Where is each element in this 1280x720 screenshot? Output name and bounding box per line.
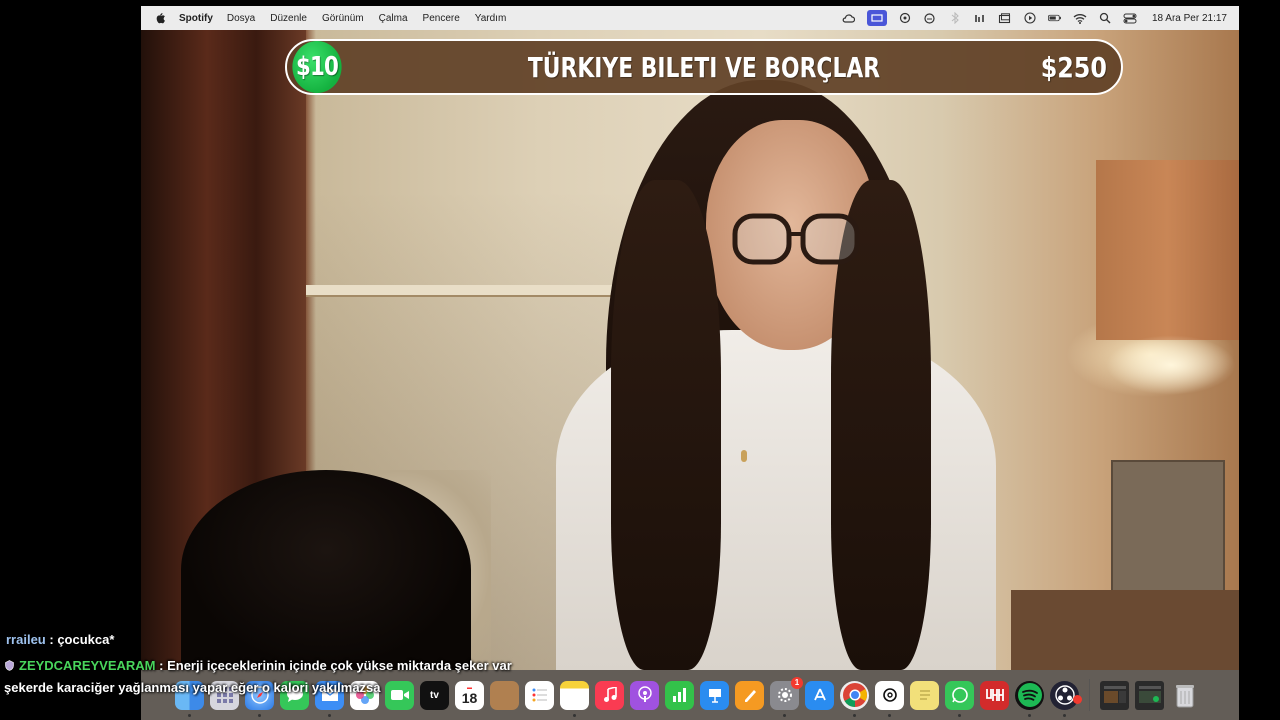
- trash-icon[interactable]: [1170, 681, 1199, 710]
- music-icon[interactable]: [595, 680, 624, 710]
- wall-shelf: [296, 285, 626, 297]
- screenshot-thumbnail-1[interactable]: [1100, 680, 1129, 710]
- search-icon[interactable]: [1098, 12, 1112, 24]
- notes-icon[interactable]: [560, 680, 589, 717]
- glasses: [732, 213, 860, 265]
- chat-message-text: şekerde karaciğer yağlanması yapar eğer …: [4, 680, 381, 695]
- kitchen-cabinets: [1096, 160, 1239, 340]
- chat-message-1: rraileu : çocukca*: [6, 632, 114, 647]
- menu-dosya[interactable]: Dosya: [227, 13, 255, 24]
- app-store-icon[interactable]: [805, 680, 834, 710]
- menu-bar: Spotify Dosya Düzenle Görünüm Çalma Penc…: [141, 6, 1239, 30]
- stream-goal-banner: $10 TÜRKIYE BILETI VE BORÇLAR $250: [285, 39, 1123, 95]
- menu-bar-clock[interactable]: 18 Ara Per 21:17: [1152, 13, 1227, 24]
- webcam-video: [141, 30, 1239, 670]
- chat-message-text: : Enerji içeceklerinin içinde çok yükse …: [159, 658, 512, 673]
- app-name-menu[interactable]: Spotify: [179, 13, 213, 24]
- system-settings-badge: 1: [791, 676, 803, 689]
- recording-indicator-icon: [1073, 694, 1082, 704]
- stickies-icon[interactable]: [910, 680, 939, 710]
- dock: tv ▬ 18 1: [141, 670, 1239, 720]
- status-area: 18 Ara Per 21:17: [842, 6, 1227, 30]
- calendar-icon[interactable]: ▬ 18: [455, 680, 484, 710]
- notes-app-icon[interactable]: [490, 680, 519, 710]
- menu-pencere[interactable]: Pencere: [423, 13, 460, 24]
- battery-icon: [1047, 12, 1062, 24]
- numbers-icon[interactable]: [665, 680, 694, 710]
- kitchen-light: [1106, 335, 1236, 395]
- kitchen-counter: [1011, 590, 1239, 670]
- whatsapp-icon[interactable]: [945, 680, 974, 717]
- apple-tv-icon[interactable]: tv: [420, 680, 449, 710]
- spotify-icon[interactable]: [1015, 680, 1044, 717]
- banner-right-amount: $250: [1040, 50, 1107, 84]
- menu-duzenle[interactable]: Düzenle: [270, 13, 307, 24]
- chat-message-text: : çocukca*: [49, 632, 115, 647]
- chatgpt-app-icon[interactable]: [875, 680, 904, 717]
- wifi-icon[interactable]: [1073, 12, 1087, 24]
- podcasts-icon[interactable]: [630, 680, 659, 710]
- system-settings-icon[interactable]: 1: [770, 676, 803, 717]
- pages-icon[interactable]: [735, 680, 764, 710]
- chatgpt-icon[interactable]: [898, 12, 912, 24]
- uhh-app-icon[interactable]: [980, 680, 1009, 710]
- person-hair-left: [611, 180, 721, 670]
- banner-left-amount: $10: [292, 41, 342, 93]
- chat-username[interactable]: rraileu: [6, 632, 46, 647]
- chat-username[interactable]: ZEYDCAREYVEARAM: [19, 658, 156, 673]
- creative-cloud-icon[interactable]: [842, 12, 856, 24]
- necklace-pendant: [741, 450, 747, 462]
- airpods-icon[interactable]: [973, 12, 987, 24]
- reminders-icon[interactable]: [525, 680, 554, 710]
- apple-icon[interactable]: [153, 11, 167, 25]
- chat-message-2: ZEYDCAREYVEARAM : Enerji içeceklerinin i…: [4, 658, 512, 673]
- bluetooth-icon[interactable]: [948, 12, 962, 24]
- chat-message-2-continued: şekerde karaciğer yağlanması yapar eğer …: [4, 680, 381, 695]
- chrome-icon[interactable]: [840, 680, 869, 717]
- screen: Spotify Dosya Düzenle Görünüm Çalma Penc…: [141, 6, 1239, 720]
- window-icon[interactable]: [998, 12, 1012, 24]
- control-center-icon[interactable]: [1123, 12, 1137, 24]
- facetime-icon[interactable]: [385, 680, 414, 710]
- menu-gorunum[interactable]: Görünüm: [322, 13, 364, 24]
- screenshot-thumbnail-2[interactable]: [1135, 680, 1164, 710]
- obs-icon[interactable]: [1050, 680, 1082, 717]
- apple-tv-label: tv: [430, 689, 439, 701]
- cloud-icon[interactable]: [923, 12, 937, 24]
- banner-title: TÜRKIYE BILETI VE BORÇLAR: [527, 50, 881, 84]
- foreground-object: [181, 470, 471, 670]
- user-badge-icon: [5, 660, 14, 671]
- calendar-day: 18: [461, 690, 478, 706]
- menu-yardim[interactable]: Yardım: [475, 13, 507, 24]
- oven: [1111, 460, 1225, 604]
- dock-separator: [1089, 679, 1090, 711]
- screen-mirroring-icon[interactable]: [866, 10, 887, 26]
- play-icon[interactable]: [1023, 12, 1037, 24]
- menu-calma[interactable]: Çalma: [379, 13, 408, 24]
- keynote-icon[interactable]: [700, 680, 729, 710]
